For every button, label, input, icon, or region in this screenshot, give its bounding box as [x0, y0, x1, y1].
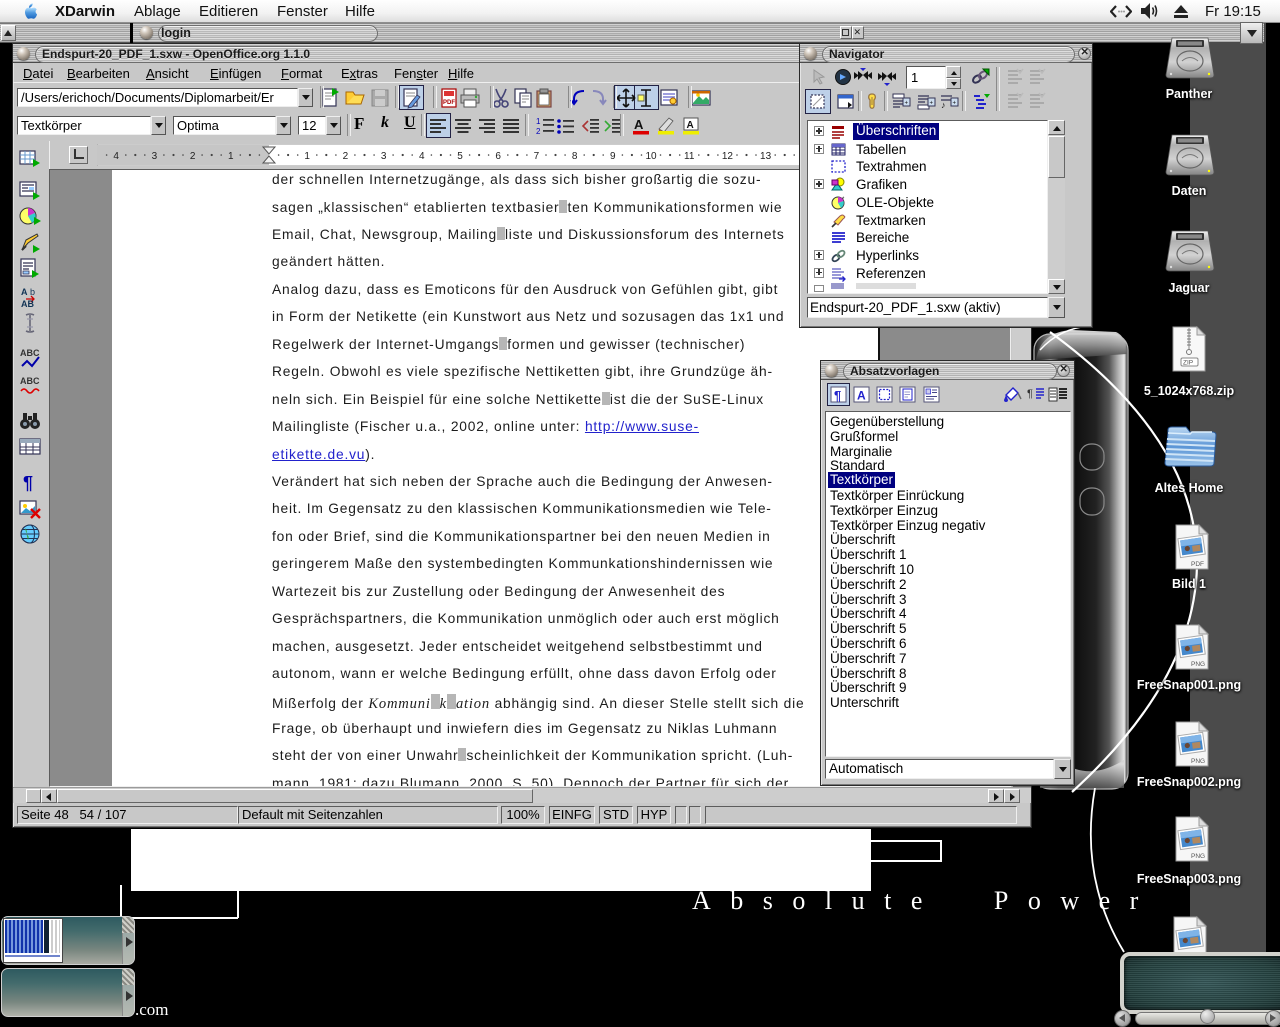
svg-text:1: 1	[536, 117, 541, 126]
svg-text:*: *	[842, 197, 845, 203]
svg-text:♪: ♪	[941, 100, 946, 110]
svg-text:9: 9	[610, 151, 616, 162]
svg-text:2: 2	[343, 151, 349, 162]
svg-text:7: 7	[534, 151, 540, 162]
svg-text:10: 10	[645, 151, 657, 162]
svg-text:A: A	[857, 389, 866, 403]
svg-text:+: +	[953, 101, 957, 107]
svg-text:8: 8	[572, 151, 578, 162]
svg-text:3: 3	[152, 151, 158, 162]
svg-text:AB: AB	[21, 299, 34, 309]
svg-text:+: +	[905, 101, 909, 107]
svg-text:ABC: ABC	[20, 348, 40, 358]
svg-text:13: 13	[760, 151, 772, 162]
svg-text:6: 6	[495, 151, 501, 162]
svg-text:b: b	[30, 287, 35, 297]
svg-text:¶: ¶	[1027, 388, 1033, 400]
svg-text:3: 3	[381, 151, 387, 162]
svg-text:+: +	[930, 101, 934, 107]
svg-text:A: A	[687, 120, 694, 131]
svg-text:11: 11	[684, 151, 695, 162]
svg-text:¶: ¶	[23, 473, 33, 493]
svg-text:ABC: ABC	[20, 376, 40, 386]
svg-text:A: A	[21, 287, 28, 297]
svg-text:PDF: PDF	[443, 100, 455, 106]
svg-text:2: 2	[190, 151, 196, 162]
svg-text:5: 5	[457, 151, 463, 162]
svg-text:1: 1	[304, 151, 310, 162]
svg-text:¶: ¶	[834, 388, 841, 403]
svg-text:4: 4	[113, 151, 119, 162]
svg-text:4: 4	[419, 151, 425, 162]
svg-text:2: 2	[536, 127, 541, 136]
svg-text:1: 1	[228, 151, 234, 162]
svg-text:12: 12	[722, 151, 734, 162]
svg-text:A: A	[634, 117, 644, 132]
